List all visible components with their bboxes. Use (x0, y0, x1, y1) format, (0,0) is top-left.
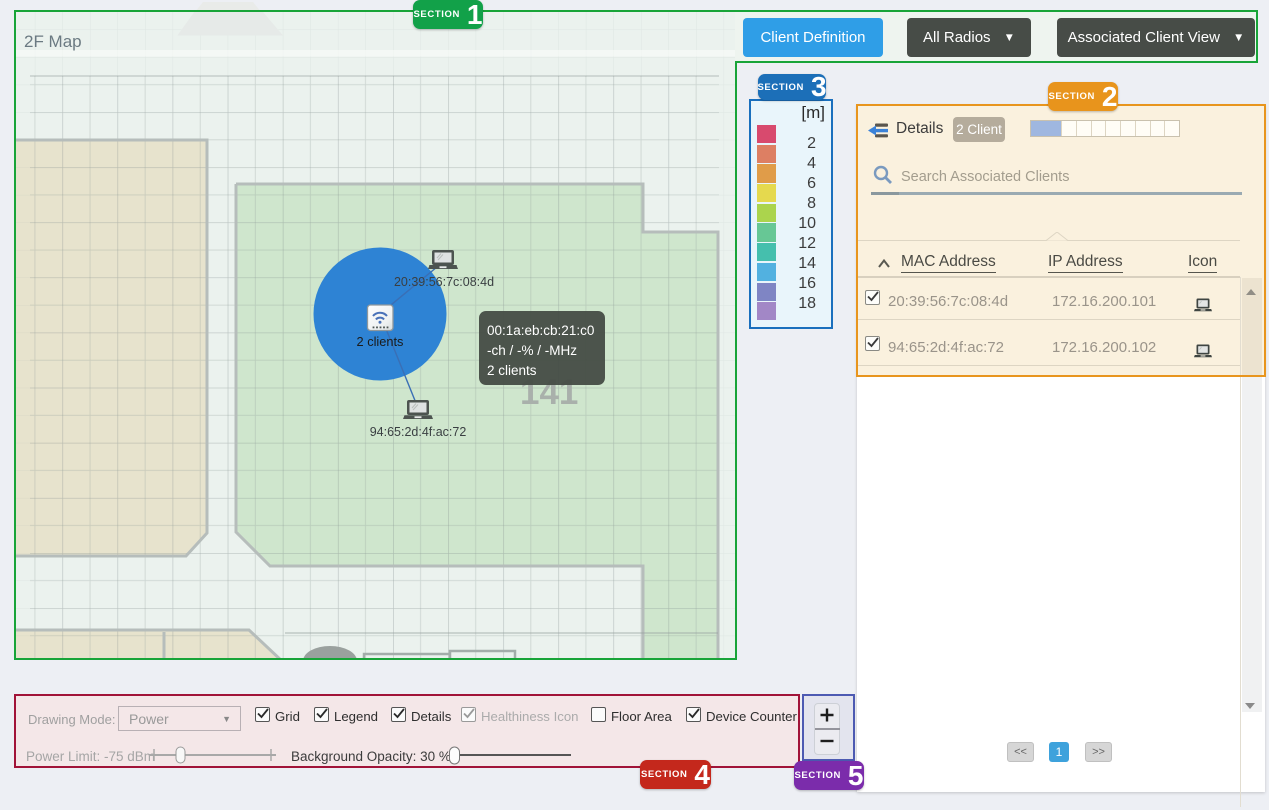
svg-text:2 clients: 2 clients (357, 334, 404, 349)
svg-text:20:39:56:7c:08:4d: 20:39:56:7c:08:4d (394, 275, 494, 289)
svg-text:94:65:2d:4f:ac:72: 94:65:2d:4f:ac:72 (370, 425, 467, 439)
